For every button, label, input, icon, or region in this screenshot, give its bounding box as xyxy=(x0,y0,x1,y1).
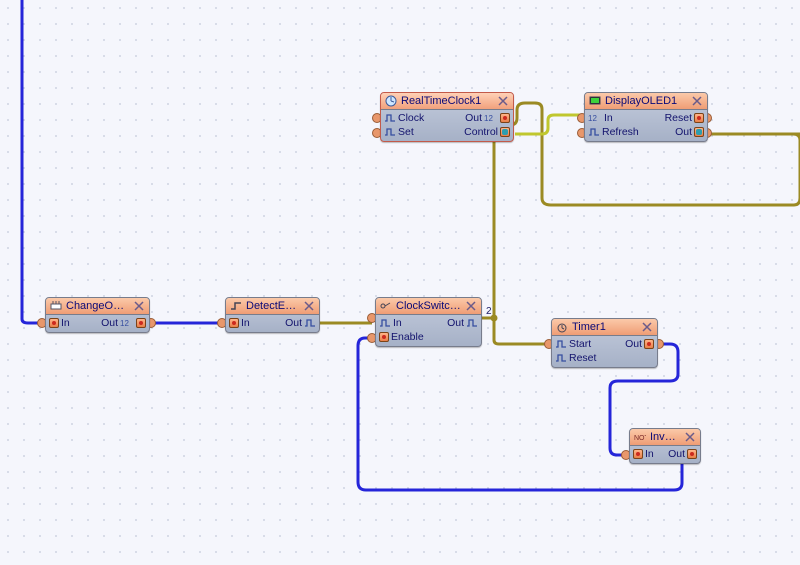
type-icon-pulse xyxy=(384,113,396,123)
svg-text:NOT: NOT xyxy=(634,435,646,442)
port-label: Set xyxy=(398,126,414,138)
port-in[interactable]: In xyxy=(376,317,447,329)
port-out[interactable]: Out12 xyxy=(101,317,149,329)
type-icon-pulse xyxy=(384,127,396,137)
config-icon[interactable] xyxy=(133,300,145,312)
port-label: Out xyxy=(465,112,482,124)
pin-icon xyxy=(500,113,510,123)
module-icon xyxy=(230,300,242,312)
module-icon xyxy=(556,321,568,333)
port-label: Out xyxy=(675,126,692,138)
pin-icon xyxy=(633,449,643,459)
port-label: Out xyxy=(101,317,118,329)
config-icon[interactable] xyxy=(303,300,315,312)
port-set[interactable]: Set xyxy=(381,126,464,138)
type-icon-pulse xyxy=(379,318,391,328)
config-icon[interactable] xyxy=(691,95,703,107)
pin-icon xyxy=(229,318,239,328)
module-icon xyxy=(385,95,397,107)
port-out[interactable]: Out xyxy=(285,317,319,329)
port-out[interactable]: Out12 xyxy=(465,112,513,124)
type-icon-text: 12 xyxy=(120,318,134,328)
node-clockswitch1[interactable]: ClockSwitch1 In Out Enable xyxy=(375,297,482,347)
port-label: Reset xyxy=(569,352,596,364)
node-title: DetectEdge1 xyxy=(246,300,299,312)
wire-fanout-count: 2 xyxy=(486,306,492,317)
port-label: Out xyxy=(285,317,302,329)
type-icon-pulse xyxy=(555,339,567,349)
node-title: Timer1 xyxy=(572,321,637,333)
node-timer1[interactable]: Timer1 Start Out Reset xyxy=(551,318,658,368)
svg-text:12: 12 xyxy=(120,319,129,328)
port-start[interactable]: Start xyxy=(552,338,625,350)
type-icon-text: 12 xyxy=(588,113,602,123)
port-label: In xyxy=(393,317,402,329)
node-title: Inverter1 xyxy=(650,431,680,443)
node-title: DisplayOLED1 xyxy=(605,95,687,107)
config-icon[interactable] xyxy=(684,431,696,443)
port-control[interactable]: Control xyxy=(464,126,513,138)
port-refresh[interactable]: Refresh xyxy=(585,126,675,138)
port-label: In xyxy=(241,317,250,329)
svg-text:12: 12 xyxy=(484,114,493,123)
node-inverter1[interactable]: NOT Inverter1 In Out xyxy=(629,428,701,464)
pin-icon xyxy=(644,339,654,349)
port-out[interactable]: Out xyxy=(625,338,657,350)
type-icon-text: 12 xyxy=(484,113,498,123)
node-title: RealTimeClock1 xyxy=(401,95,493,107)
pin-icon xyxy=(687,449,697,459)
pin-icon xyxy=(136,318,146,328)
port-out[interactable]: Out xyxy=(675,126,707,138)
config-icon[interactable] xyxy=(641,321,653,333)
port-out[interactable]: Out xyxy=(447,317,481,329)
type-icon-pulse xyxy=(304,318,316,328)
port-clock[interactable]: Clock xyxy=(381,112,465,124)
wire-layer xyxy=(0,0,800,565)
node-changeonly1[interactable]: ChangeOnly1 In Out12 xyxy=(45,297,150,333)
node-realtimeclock1[interactable]: RealTimeClock1 Clock Out12 Set Control xyxy=(380,92,514,142)
port-in[interactable]: In xyxy=(46,317,101,329)
port-in[interactable]: In xyxy=(630,448,668,460)
port-in[interactable]: In xyxy=(226,317,285,329)
port-label: Out xyxy=(625,338,642,350)
svg-text:12: 12 xyxy=(588,114,597,123)
port-label: In xyxy=(645,448,654,460)
config-icon[interactable] xyxy=(497,95,509,107)
pin-icon xyxy=(694,113,704,123)
module-icon xyxy=(380,300,392,312)
visual-flow-canvas[interactable]: 2 ChangeOnly1 In Out12 DetectEdge1 In Ou… xyxy=(0,0,800,565)
module-icon: NOT xyxy=(634,431,646,443)
port-reset[interactable]: Reset xyxy=(552,352,654,364)
node-title: ClockSwitch1 xyxy=(396,300,461,312)
port-label: Enable xyxy=(391,331,424,343)
port-label: Reset xyxy=(665,112,692,124)
module-icon xyxy=(50,300,62,312)
pin-icon-i2c xyxy=(694,127,704,137)
pin-icon xyxy=(49,318,59,328)
node-title: ChangeOnly1 xyxy=(66,300,129,312)
port-enable[interactable]: Enable xyxy=(376,331,478,343)
port-label: In xyxy=(61,317,70,329)
type-icon-pulse xyxy=(555,353,567,363)
port-label: Control xyxy=(464,126,498,138)
port-label: Out xyxy=(668,448,685,460)
node-displayoled1[interactable]: DisplayOLED1 12 In Reset Refresh Out xyxy=(584,92,708,142)
port-label: In xyxy=(604,112,613,124)
module-icon xyxy=(589,95,601,107)
pin-icon xyxy=(379,332,389,342)
node-detectedge1[interactable]: DetectEdge1 In Out xyxy=(225,297,320,333)
port-label: Clock xyxy=(398,112,424,124)
type-icon-pulse xyxy=(588,127,600,137)
port-out[interactable]: Out xyxy=(668,448,700,460)
port-label: Refresh xyxy=(602,126,639,138)
port-in[interactable]: 12 In xyxy=(585,112,665,124)
pin-icon-i2c xyxy=(500,127,510,137)
type-icon-pulse xyxy=(466,318,478,328)
port-reset[interactable]: Reset xyxy=(665,112,707,124)
port-label: Start xyxy=(569,338,591,350)
port-label: Out xyxy=(447,317,464,329)
config-icon[interactable] xyxy=(465,300,477,312)
